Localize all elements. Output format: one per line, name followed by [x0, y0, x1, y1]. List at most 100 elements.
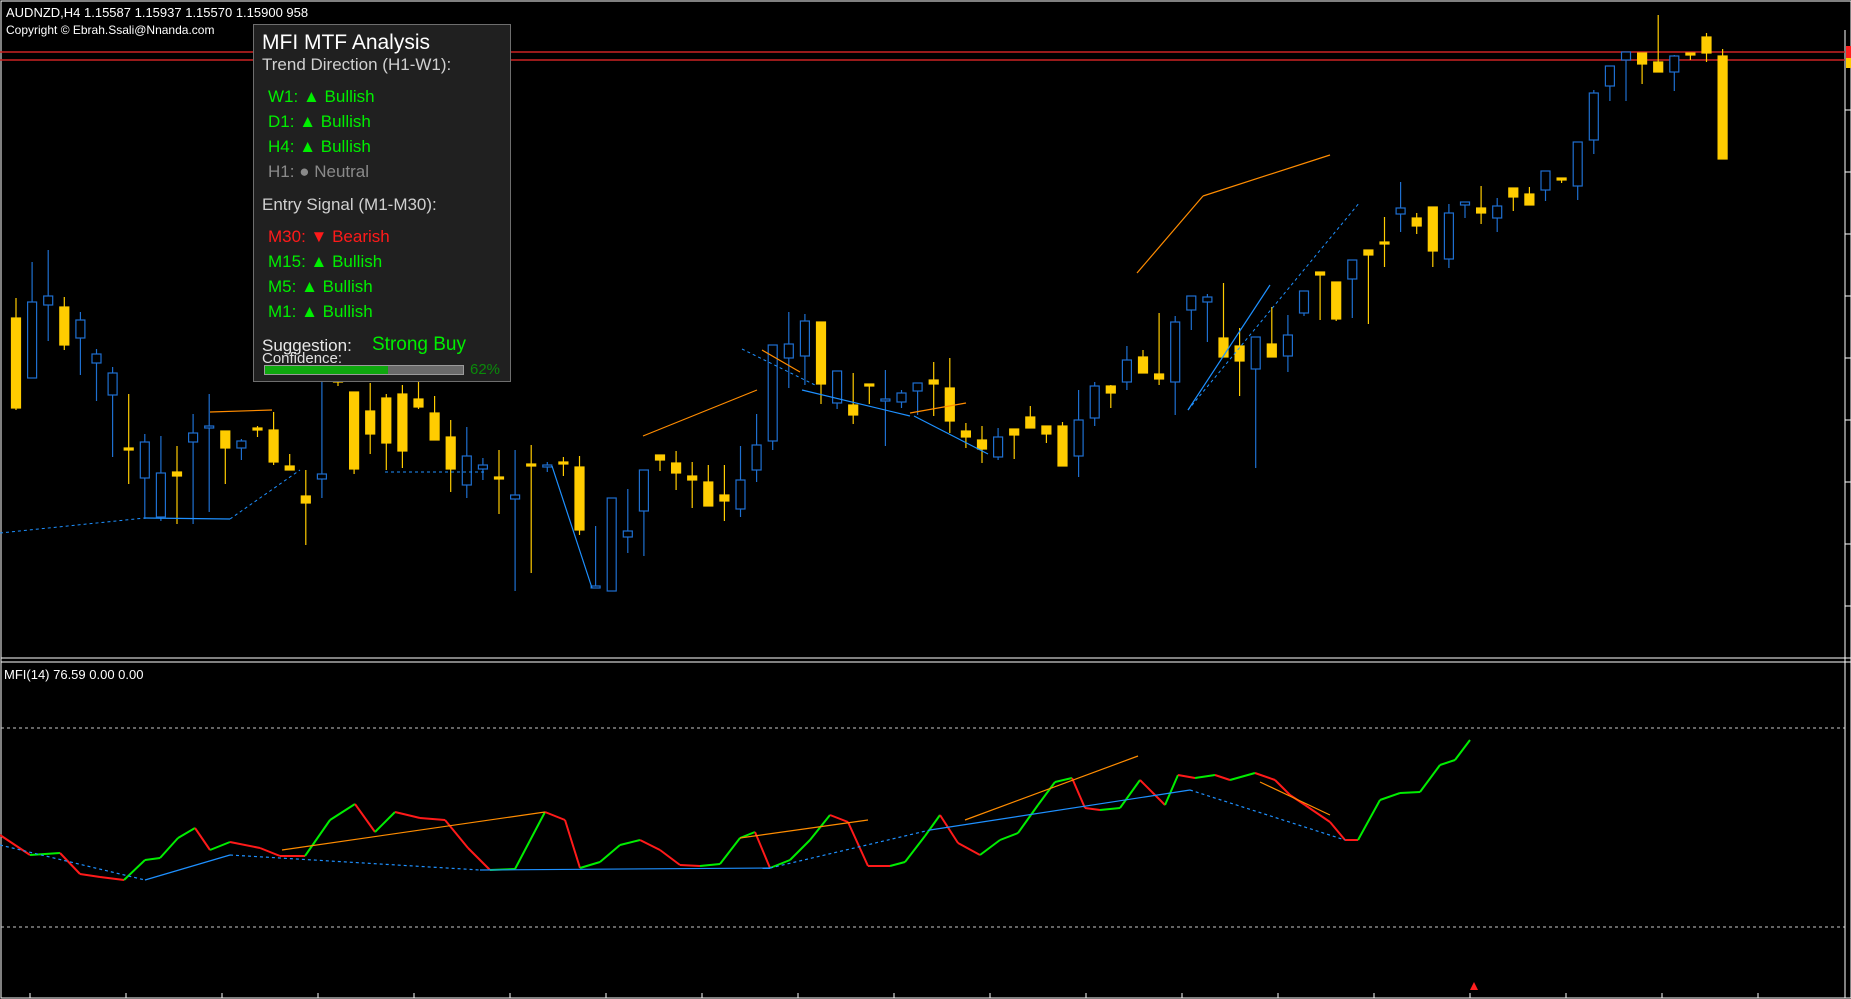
price-divergence-dashed — [0, 517, 146, 534]
candle-body — [429, 412, 440, 441]
candle-body — [171, 471, 183, 477]
trend-row-h4: H4: ▲ Bullish — [268, 137, 371, 157]
candle-body — [1073, 419, 1084, 457]
mfi-line-segment — [1194, 774, 1216, 779]
price-divergence-bottom — [551, 465, 593, 589]
divergence-trend-lines — [0, 154, 1361, 589]
mfi-line-segment — [659, 849, 681, 866]
mfi-line-segment — [304, 819, 331, 857]
candle-body — [960, 430, 972, 438]
candle-body — [1395, 207, 1406, 215]
trend-state: Bullish — [320, 112, 371, 131]
candle-body — [188, 432, 199, 443]
candle-body — [1475, 207, 1487, 214]
candle-body — [1153, 373, 1165, 380]
mfi-line-segment — [1357, 799, 1381, 841]
mfi-line-segment — [259, 847, 281, 857]
candle-body — [928, 379, 939, 385]
entry-signal-heading: Entry Signal (M1-M30): — [262, 195, 437, 214]
mfi-line-segment — [639, 839, 661, 851]
candle-body — [477, 464, 488, 470]
candle-body — [413, 398, 424, 408]
candle-body — [799, 320, 811, 357]
mfi-line-segment — [754, 831, 771, 869]
candle-body — [1314, 271, 1326, 276]
candle-body — [1636, 52, 1648, 65]
entry-state: Bullish — [332, 252, 383, 271]
mfi-line-segment — [1454, 739, 1471, 761]
candle-body — [864, 383, 875, 387]
price-divergence-bottom — [144, 517, 231, 520]
candle-body — [10, 317, 22, 409]
candle-body — [493, 476, 505, 480]
mfi-line-segment — [467, 847, 491, 871]
candle-body — [284, 465, 295, 471]
mfi-mtf-analysis-panel[interactable]: MFI MTF Analysis Trend Direction (H1-W1)… — [253, 24, 511, 382]
mfi-divergence-top — [964, 755, 1139, 821]
trend-row-d1: D1: ▲ Bullish — [268, 112, 371, 132]
candle-body — [59, 306, 70, 346]
candle-body — [638, 469, 650, 512]
mfi-line-segment — [1439, 759, 1456, 766]
candle-body — [622, 530, 633, 538]
candle-body — [1363, 249, 1374, 256]
up-arrow-icon: ▲ — [301, 302, 318, 321]
mfi-line-segment — [999, 832, 1019, 841]
mfi-line-segment — [144, 857, 161, 861]
mfi-line-segment — [1214, 774, 1231, 781]
signal-arrow-icon — [1470, 982, 1478, 990]
up-arrow-icon: ▲ — [301, 277, 318, 296]
price-divergence-top — [209, 409, 273, 413]
mfi-line-segment — [699, 863, 721, 867]
candle-body — [75, 319, 86, 339]
candle-body — [687, 475, 698, 481]
candle-body — [139, 441, 150, 479]
mfi-line-segment — [419, 817, 446, 821]
candle-body — [654, 454, 666, 461]
mfi-line-segment — [619, 839, 641, 846]
candle-body — [316, 473, 327, 480]
candle-body — [896, 392, 907, 403]
entry-timeframe: M1: — [268, 302, 297, 321]
candle-body — [1620, 51, 1632, 61]
mfi-line-segment — [29, 852, 61, 856]
price-divergence-top — [1202, 154, 1331, 197]
candle-body — [558, 461, 569, 465]
candle-body — [1492, 205, 1503, 219]
candle-body — [848, 404, 859, 416]
candle-body — [27, 301, 38, 379]
suggestion-value: Strong Buy — [372, 334, 466, 355]
trend-state: Bullish — [320, 137, 371, 156]
candle-body — [1298, 290, 1310, 314]
up-arrow-icon: ▲ — [299, 112, 317, 131]
entry-row-m1: M1: ▲ Bullish — [268, 302, 373, 322]
mfi-line-segment — [889, 861, 906, 867]
candle-body — [349, 391, 360, 470]
candle-body — [1137, 356, 1149, 374]
up-arrow-icon: ▲ — [310, 252, 328, 271]
mfi-indicator-series — [0, 739, 1478, 990]
trend-direction-heading: Trend Direction (H1-W1): — [262, 55, 452, 74]
candle-body — [1250, 336, 1261, 370]
candle-body — [783, 343, 794, 359]
mfi-line-segment — [177, 827, 196, 839]
mfi-divergence-bottom — [929, 789, 1191, 831]
candle-body — [1443, 212, 1455, 260]
mfi-divergence-bottom — [229, 854, 481, 871]
mfi-line-segment — [544, 811, 566, 821]
price-divergence-dashed — [229, 469, 301, 520]
mfi-line-segment — [1037, 781, 1056, 806]
candle-body — [1121, 359, 1133, 383]
mfi-line-segment — [1017, 804, 1039, 834]
entry-state: Bullish — [322, 302, 373, 321]
mfi-line-segment — [374, 811, 396, 833]
mfi-line-segment — [1399, 791, 1421, 794]
candle-body — [542, 464, 553, 468]
candle-body — [1524, 193, 1535, 206]
candle-body — [1105, 385, 1116, 394]
candle-body — [670, 462, 682, 474]
mfi-line-segment — [979, 839, 1001, 856]
neutral-dot-icon: ● — [299, 162, 310, 181]
mfi-line-segment — [1379, 792, 1401, 801]
candle-body — [220, 430, 231, 449]
